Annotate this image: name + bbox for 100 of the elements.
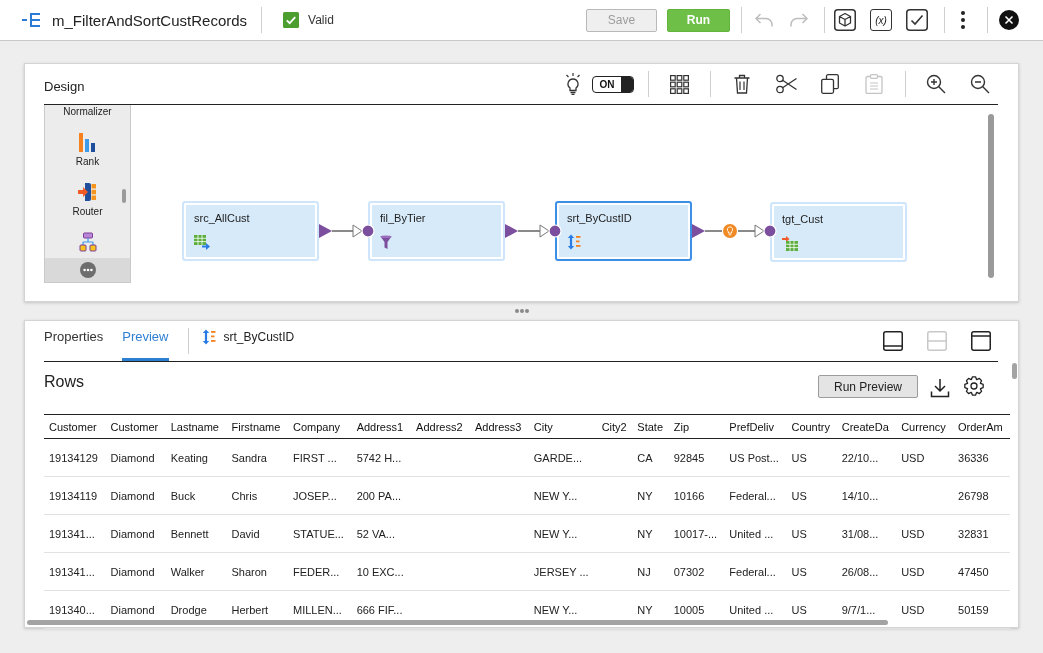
router-icon[interactable]	[77, 182, 98, 202]
column-header: Currency	[896, 414, 953, 439]
funnel-icon	[380, 235, 392, 250]
table-cell: FEDER...	[287, 552, 352, 591]
table-cell: 50159	[953, 590, 1010, 629]
table-cell: 191341...	[44, 552, 106, 591]
table-cell: United ...	[724, 514, 787, 553]
table-cell: 10166	[668, 476, 725, 515]
more-icon[interactable]	[79, 262, 96, 278]
input-port-icon[interactable]	[763, 224, 777, 238]
arrow-table-icon	[782, 236, 798, 251]
more-options-icon[interactable]	[961, 11, 965, 29]
input-port-icon[interactable]	[548, 224, 562, 238]
input-port-icon[interactable]	[361, 224, 375, 238]
column-header: Address1	[351, 414, 412, 439]
table-cell: NJ	[632, 552, 669, 591]
tab[interactable]: Preview	[122, 321, 169, 361]
lightbulb-marker-icon[interactable]	[723, 224, 737, 238]
grid-icon[interactable]	[670, 74, 689, 94]
copy-icon[interactable]	[821, 74, 839, 94]
zoom-in-icon[interactable]	[926, 74, 946, 94]
scrollbar-thumb[interactable]	[1012, 363, 1017, 379]
table-cell: CA	[632, 438, 669, 477]
expression-button[interactable]: (x)	[870, 9, 892, 31]
table-cell: 32831	[953, 514, 1010, 553]
toggle-switch[interactable]: ON	[592, 75, 634, 93]
settings-icon[interactable]	[964, 376, 984, 396]
table-cell: Diamond	[105, 552, 166, 591]
scrollbar-thumb[interactable]	[122, 189, 126, 203]
close-icon[interactable]	[999, 10, 1019, 30]
table-arrow-icon	[194, 235, 210, 250]
hierarchy-icon[interactable]	[77, 232, 98, 252]
checkmark-icon[interactable]	[906, 9, 928, 31]
scrollbar-thumb[interactable]	[988, 114, 994, 278]
panel-title: Design	[44, 78, 85, 94]
table-cell: Diamond	[105, 476, 166, 515]
palette-label[interactable]: Router	[72, 206, 103, 218]
column-header: Customer	[105, 414, 166, 439]
table-cell: 19134119	[44, 476, 106, 515]
table-cell: USD	[896, 590, 953, 629]
table-cell: 26798	[953, 476, 1010, 515]
table-cell: 10 EXC...	[351, 552, 412, 591]
table-cell: USD	[896, 552, 953, 591]
bar-chart-icon[interactable]	[77, 132, 98, 152]
table-cell: NEW Y...	[528, 514, 597, 553]
layout-top-icon[interactable]	[971, 331, 991, 351]
table-cell: Chris	[226, 476, 288, 515]
scissors-icon[interactable]	[776, 74, 797, 94]
lightbulb-icon[interactable]	[565, 73, 581, 95]
run-preview-button[interactable]: Run Preview	[818, 375, 918, 398]
palette-label[interactable]: Rank	[75, 156, 100, 168]
column-header: Firstname	[226, 414, 288, 439]
table-cell: NY	[632, 514, 669, 553]
trash-icon[interactable]	[734, 74, 750, 94]
table-cell: 31/08...	[836, 514, 897, 553]
mapping-node[interactable]: srt_ByCustID	[555, 201, 692, 261]
column-header: Zip	[668, 414, 725, 439]
download-icon[interactable]	[930, 378, 950, 398]
table-cell: USD	[896, 438, 953, 477]
column-header: City2	[596, 414, 633, 439]
logo-icon	[22, 13, 40, 27]
table-cell: 22/10...	[836, 438, 897, 477]
sort-icon	[201, 329, 216, 345]
table-cell: JERSEY ...	[528, 552, 597, 591]
table-cell: 26/08...	[836, 552, 897, 591]
column-header: Country	[786, 414, 837, 439]
column-header: OrderAm	[953, 414, 1010, 439]
table-cell: Diamond	[105, 514, 166, 553]
mapping-node[interactable]: src_AllCust	[182, 201, 319, 261]
layout-bottom-icon[interactable]	[883, 331, 903, 351]
table-cell: 36336	[953, 438, 1010, 477]
drag-handle-icon[interactable]	[514, 309, 529, 313]
table-cell: 10017-...	[668, 514, 725, 553]
column-header: Customer	[44, 414, 106, 439]
palette-label[interactable]: Normalizer	[63, 106, 112, 118]
table-cell: STATUE...	[287, 514, 352, 553]
table-cell: Buck	[165, 476, 227, 515]
node-label: srt_ByCustID	[567, 211, 632, 225]
column-header: PrefDeliv	[724, 414, 787, 439]
sort-icon	[567, 234, 581, 250]
table-cell: US	[786, 514, 837, 553]
mapping-title: m_FilterAndSortCustRecords	[52, 11, 248, 29]
column-header: CreateDa	[836, 414, 897, 439]
table-cell: FIRST ...	[287, 438, 352, 477]
table-cell: US	[786, 476, 837, 515]
mapping-node[interactable]: tgt_Cust	[770, 202, 907, 262]
zoom-out-icon[interactable]	[970, 74, 990, 94]
scrollbar-thumb[interactable]	[27, 620, 888, 625]
node-label: src_AllCust	[194, 211, 250, 225]
cube-icon[interactable]	[834, 9, 856, 31]
tab[interactable]: Properties	[44, 321, 104, 361]
table-cell: Sharon	[226, 552, 288, 591]
table-cell: 92845	[668, 438, 725, 477]
table-cell: David	[226, 514, 288, 553]
table-cell: 14/10...	[836, 476, 897, 515]
object-name: srt_ByCustID	[223, 330, 295, 344]
column-header: State	[632, 414, 669, 439]
mapping-node[interactable]: fil_ByTier	[368, 201, 505, 261]
section-title: Rows	[44, 373, 84, 391]
table-cell: JOSEP...	[287, 476, 352, 515]
